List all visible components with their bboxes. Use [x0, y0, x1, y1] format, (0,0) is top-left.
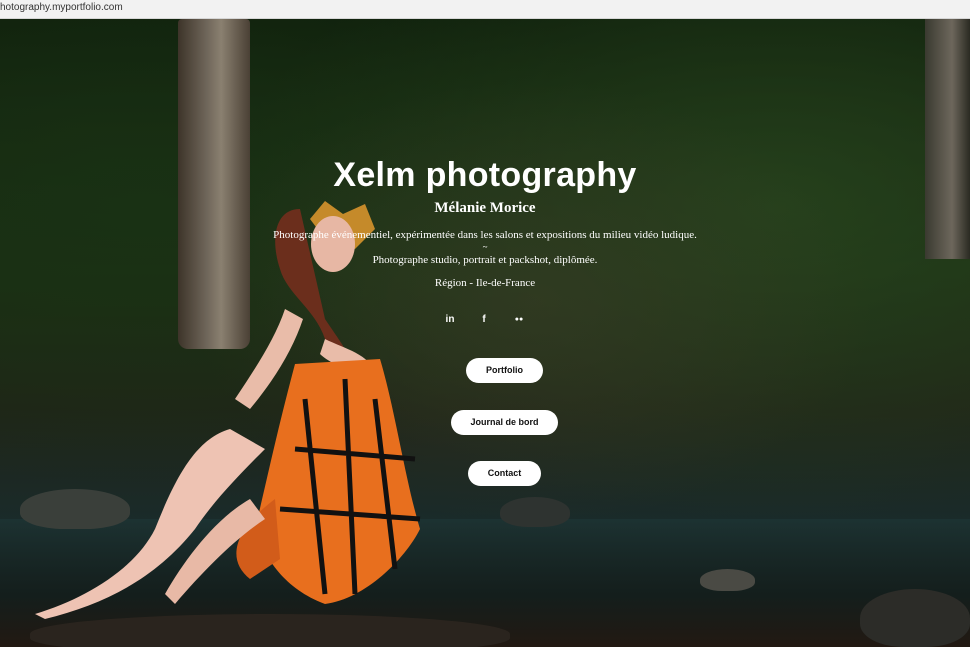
facebook-icon[interactable]: f: [478, 313, 490, 327]
description-separator: ~: [482, 242, 488, 252]
url-text[interactable]: hotography.myportfolio.com: [0, 2, 123, 13]
site-title: Xelm photography: [333, 156, 637, 194]
address-bar[interactable]: hotography.myportfolio.com: [0, 0, 970, 19]
hero-background-photo: [0, 19, 970, 647]
rock: [700, 569, 755, 591]
rock: [860, 589, 970, 647]
social-links: in f ●●: [0, 313, 970, 327]
portfolio-button[interactable]: Portfolio: [466, 358, 543, 383]
flickr-icon[interactable]: ●●: [512, 313, 526, 327]
rock: [500, 497, 570, 527]
journal-button[interactable]: Journal de bord: [451, 410, 558, 435]
description-line-2: Photographe studio, portrait et packshot…: [372, 254, 598, 266]
tree-trunk-right: [925, 19, 970, 259]
author-name: Mélanie Morice: [434, 200, 536, 216]
description-line-1: Photographe événementiel, expérimentée d…: [273, 229, 697, 241]
contact-button[interactable]: Contact: [468, 461, 541, 486]
linkedin-icon[interactable]: in: [444, 313, 456, 327]
region-text: Région - Ile-de-France: [434, 277, 536, 289]
